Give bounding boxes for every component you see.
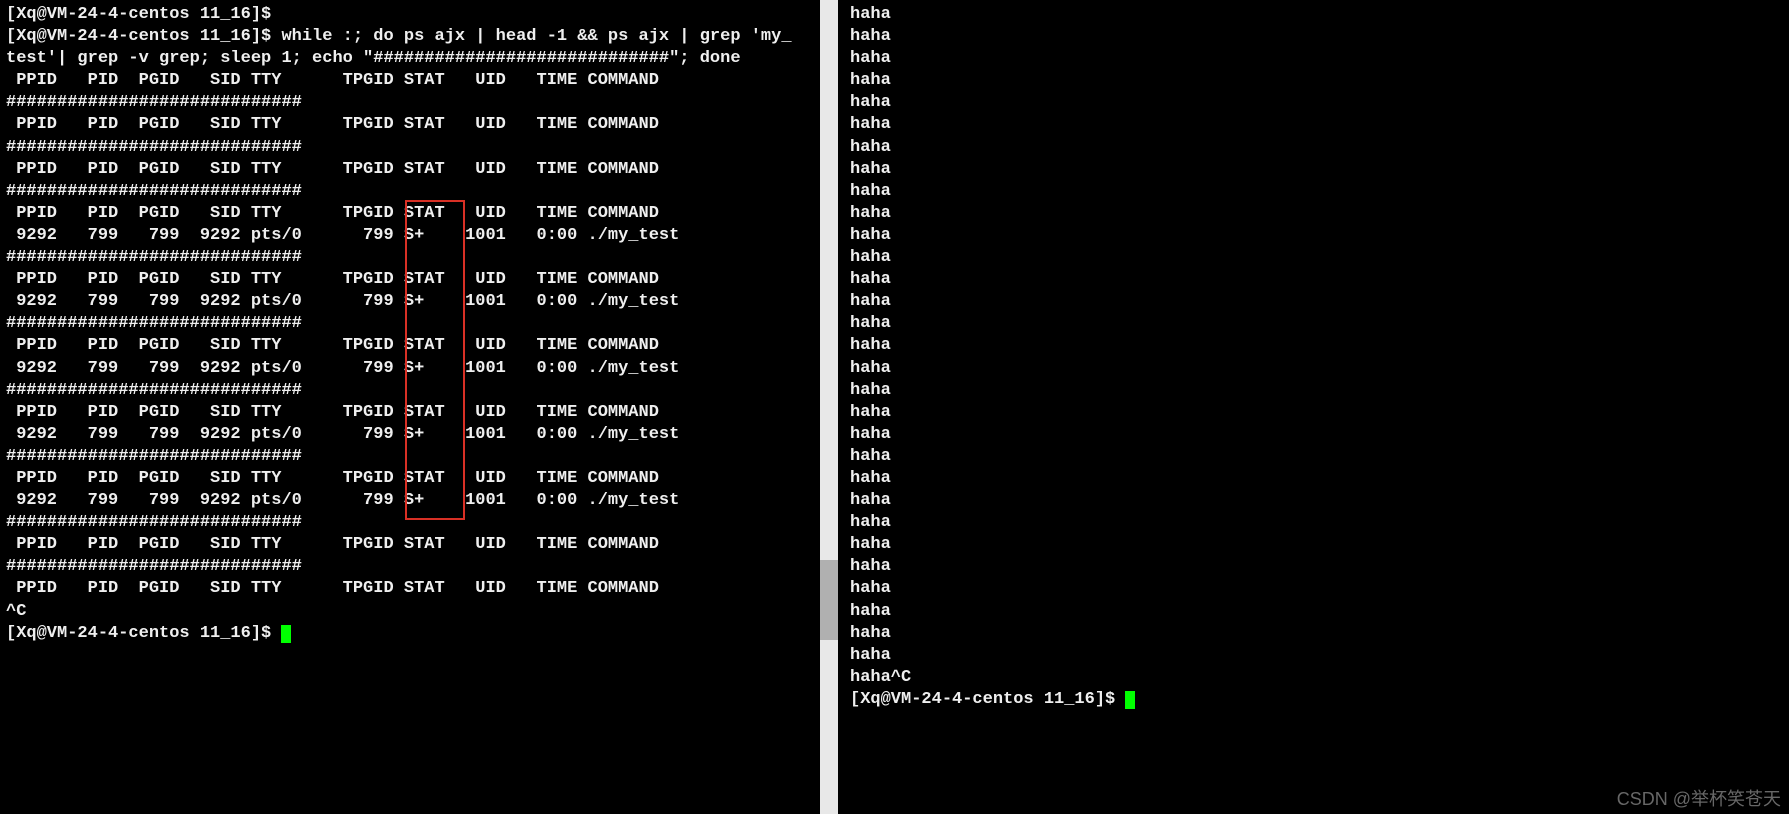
prompt-line: [Xq@VM-24-4-centos 11_16]$ [850,689,1783,711]
ps-header: PPID PID PGID SID TTY TPGID STAT UID TIM… [6,578,814,600]
ps-process-row: 9292 799 799 9292 pts/0 799 S+ 1001 0:00… [6,291,814,313]
output-line: haha [850,48,1783,70]
hash-separator: ############################# [6,512,814,534]
scrollbar-thumb[interactable] [820,560,838,640]
hash-separator: ############################# [6,556,814,578]
output-line: haha [850,137,1783,159]
output-line: haha [850,114,1783,136]
hash-separator: ############################# [6,446,814,468]
output-line: haha [850,159,1783,181]
ps-process-row: 9292 799 799 9292 pts/0 799 S+ 1001 0:00… [6,424,814,446]
output-line: haha [850,645,1783,667]
ps-header: PPID PID PGID SID TTY TPGID STAT UID TIM… [6,70,814,92]
output-line: haha [850,247,1783,269]
prompt-line: [Xq@VM-24-4-centos 11_16]$ [6,623,814,645]
hash-separator: ############################# [6,313,814,335]
output-line: haha [850,181,1783,203]
terminal-right-pane[interactable]: haha haha haha haha haha haha haha haha … [838,0,1789,814]
output-line: haha [850,556,1783,578]
prompt-line: [Xq@VM-24-4-centos 11_16]$ [6,4,814,26]
scrollbar[interactable] [820,0,838,814]
interrupt-line: haha^C [850,667,1783,689]
hash-separator: ############################# [6,137,814,159]
prompt-text: [Xq@VM-24-4-centos 11_16]$ [6,624,281,643]
command-line-2: test'| grep -v grep; sleep 1; echo "####… [6,48,814,70]
output-line: haha [850,92,1783,114]
ps-header: PPID PID PGID SID TTY TPGID STAT UID TIM… [6,402,814,424]
terminal-left-pane[interactable]: [Xq@VM-24-4-centos 11_16]$ [Xq@VM-24-4-c… [0,0,820,814]
ps-header: PPID PID PGID SID TTY TPGID STAT UID TIM… [6,159,814,181]
output-line: haha [850,578,1783,600]
hash-separator: ############################# [6,247,814,269]
ps-header: PPID PID PGID SID TTY TPGID STAT UID TIM… [6,203,814,225]
output-line: haha [850,358,1783,380]
output-line: haha [850,468,1783,490]
output-line: haha [850,26,1783,48]
ps-header: PPID PID PGID SID TTY TPGID STAT UID TIM… [6,114,814,136]
hash-separator: ############################# [6,380,814,402]
output-line: haha [850,534,1783,556]
output-line: haha [850,446,1783,468]
output-line: haha [850,291,1783,313]
output-line: haha [850,424,1783,446]
watermark-text: CSDN @举杯笑苍天 [1617,788,1781,811]
hash-separator: ############################# [6,92,814,114]
output-line: haha [850,601,1783,623]
ps-process-row: 9292 799 799 9292 pts/0 799 S+ 1001 0:00… [6,490,814,512]
output-line: haha [850,225,1783,247]
output-line: haha [850,269,1783,291]
output-line: haha [850,313,1783,335]
ps-header: PPID PID PGID SID TTY TPGID STAT UID TIM… [6,269,814,291]
output-line: haha [850,203,1783,225]
output-line: haha [850,623,1783,645]
ps-header: PPID PID PGID SID TTY TPGID STAT UID TIM… [6,534,814,556]
cursor-icon [281,625,291,643]
output-line: haha [850,4,1783,26]
ps-process-row: 9292 799 799 9292 pts/0 799 S+ 1001 0:00… [6,358,814,380]
scrollbar-track[interactable] [820,0,838,560]
output-line: haha [850,335,1783,357]
hash-separator: ############################# [6,181,814,203]
ps-process-row: 9292 799 799 9292 pts/0 799 S+ 1001 0:00… [6,225,814,247]
output-line: haha [850,70,1783,92]
output-line: haha [850,402,1783,424]
cursor-icon [1125,691,1135,709]
output-line: haha [850,380,1783,402]
output-line: haha [850,490,1783,512]
scrollbar-track[interactable] [820,640,838,814]
prompt-text: [Xq@VM-24-4-centos 11_16]$ [850,690,1125,709]
interrupt-line: ^C [6,601,814,623]
output-line: haha [850,512,1783,534]
ps-header: PPID PID PGID SID TTY TPGID STAT UID TIM… [6,468,814,490]
ps-header: PPID PID PGID SID TTY TPGID STAT UID TIM… [6,335,814,357]
command-line-1: [Xq@VM-24-4-centos 11_16]$ while :; do p… [6,26,814,48]
